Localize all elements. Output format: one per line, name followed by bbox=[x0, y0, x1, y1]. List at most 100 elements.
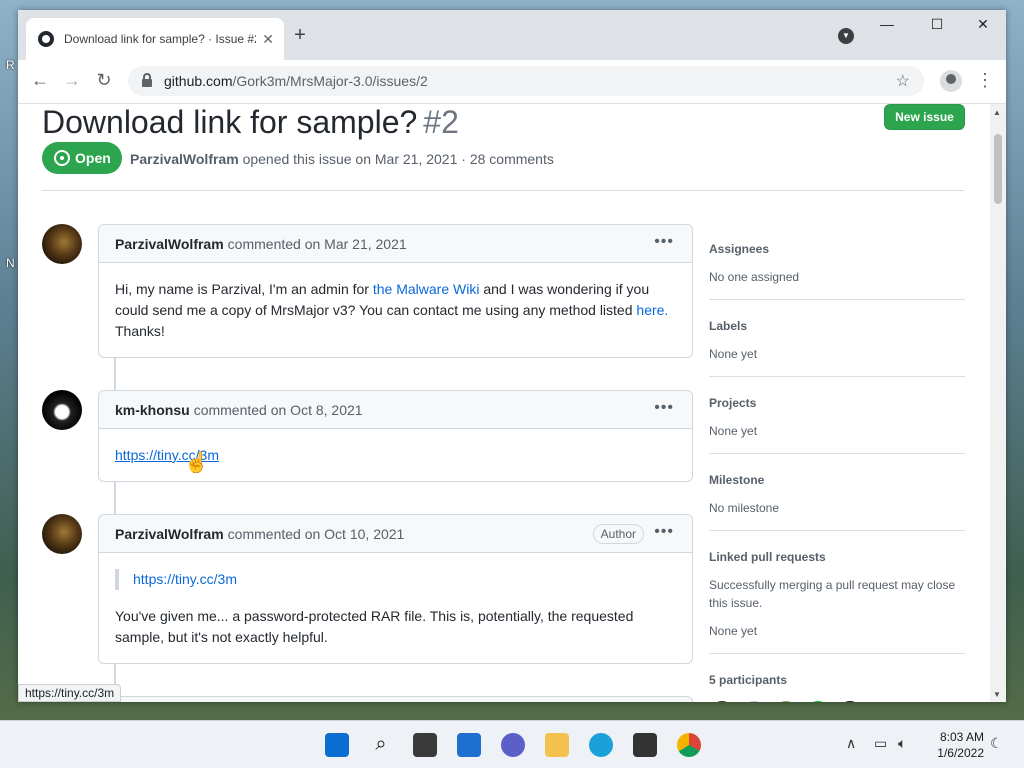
notification-icon[interactable]: ☾ bbox=[990, 735, 1003, 752]
search-icon[interactable]: ⌕ bbox=[369, 733, 393, 757]
minimize-icon[interactable]: — bbox=[864, 16, 910, 32]
timeline-line bbox=[114, 358, 116, 392]
participant-avatar[interactable] bbox=[741, 701, 767, 702]
issue-number: #2 bbox=[423, 104, 459, 140]
sidebar-value: None yet bbox=[709, 424, 758, 438]
chat-icon[interactable] bbox=[501, 733, 525, 757]
comment-author[interactable]: km-khonsu bbox=[115, 402, 190, 418]
quoted-link[interactable]: https://tiny.cc/3m bbox=[133, 571, 237, 587]
clock[interactable]: 8:03 AM 1/6/2022 bbox=[928, 729, 984, 761]
close-tab-icon[interactable]: ✕ bbox=[262, 31, 274, 48]
comment-author[interactable]: ParzivalWolfram bbox=[115, 526, 224, 542]
avatar[interactable] bbox=[42, 514, 82, 554]
comment-menu-icon[interactable]: ••• bbox=[654, 523, 674, 541]
opener-link[interactable]: ParzivalWolfram bbox=[130, 151, 239, 167]
divider bbox=[42, 190, 964, 191]
tab-issue[interactable]: Download link for sample? · Issue #2 · G… bbox=[26, 18, 284, 60]
comment-menu-icon[interactable]: ••• bbox=[654, 399, 674, 417]
status-label: Open bbox=[75, 150, 111, 166]
task-view-icon[interactable] bbox=[413, 733, 437, 757]
url-host: github.com bbox=[164, 73, 233, 89]
sidebar-value: None yet bbox=[709, 624, 758, 638]
back-icon[interactable]: ← bbox=[28, 70, 52, 91]
store-icon[interactable] bbox=[633, 733, 657, 757]
timeline-line bbox=[114, 482, 116, 516]
sidebar-milestone[interactable]: Milestone No milestone bbox=[709, 473, 965, 531]
scroll-thumb[interactable] bbox=[994, 134, 1002, 204]
participant-avatar[interactable] bbox=[773, 701, 799, 702]
tab-search-icon[interactable]: ▼ bbox=[838, 28, 854, 44]
sidebar-value: Successfully merging a pull request may … bbox=[709, 578, 956, 610]
comment-header: ParzivalWolfram commented on Mar 21, 202… bbox=[99, 225, 692, 263]
reload-icon[interactable]: ↻ bbox=[92, 70, 116, 91]
next-comment-card bbox=[98, 696, 693, 702]
edge-icon[interactable] bbox=[589, 733, 613, 757]
tab-title: Download link for sample? · Issue #2 · G… bbox=[64, 32, 256, 46]
bookmark-star-icon[interactable]: ☆ bbox=[896, 71, 910, 91]
widgets-icon[interactable] bbox=[457, 733, 481, 757]
network-icon[interactable]: ▭ bbox=[874, 735, 887, 752]
new-tab-button[interactable]: + bbox=[288, 24, 312, 47]
page-content: Download link for sample? #2 New issue Op… bbox=[18, 104, 990, 702]
vertical-scrollbar[interactable]: ▲ ▼ bbox=[990, 104, 1006, 702]
comment-body: https://tiny.cc/3m You've given me... a … bbox=[99, 553, 692, 664]
issue-meta-text: opened this issue on Mar 21, 2021 · 28 c… bbox=[242, 151, 554, 167]
desktop-icon-label: R bbox=[6, 58, 15, 72]
sidebar-heading: Assignees bbox=[709, 242, 770, 256]
sidebar-assignees[interactable]: Assignees No one assigned bbox=[709, 242, 965, 300]
clock-date: 1/6/2022 bbox=[937, 746, 984, 760]
chrome-icon[interactable] bbox=[677, 733, 701, 757]
close-window-icon[interactable]: ✕ bbox=[960, 16, 1006, 33]
status-badge: Open bbox=[42, 142, 122, 174]
new-issue-button[interactable]: New issue bbox=[884, 104, 965, 130]
comment-menu-icon[interactable]: ••• bbox=[654, 233, 674, 251]
comment-author[interactable]: ParzivalWolfram bbox=[115, 236, 224, 252]
quote-block: https://tiny.cc/3m bbox=[115, 569, 676, 590]
participant-list bbox=[709, 701, 965, 702]
malware-wiki-link[interactable]: the Malware Wiki bbox=[373, 281, 480, 297]
browser-window: Download link for sample? · Issue #2 · G… bbox=[18, 10, 1006, 702]
comment-header: km-khonsu commented on Oct 8, 2021 ••• bbox=[99, 391, 692, 429]
start-icon[interactable] bbox=[325, 733, 349, 757]
issue-open-icon bbox=[54, 150, 70, 166]
comment-card: ParzivalWolfram commented on Mar 21, 202… bbox=[98, 224, 693, 358]
profile-avatar-icon[interactable] bbox=[940, 70, 962, 92]
comment-date[interactable]: commented on Mar 21, 2021 bbox=[228, 236, 407, 252]
comment-date[interactable]: commented on Oct 8, 2021 bbox=[194, 402, 363, 418]
volume-icon[interactable]: 🔈︎ bbox=[898, 735, 906, 752]
forward-icon[interactable]: → bbox=[60, 70, 84, 91]
comment-text: Hi, my name is Parzival, I'm an admin fo… bbox=[115, 281, 373, 297]
file-explorer-icon[interactable] bbox=[545, 733, 569, 757]
participant-avatar[interactable] bbox=[805, 701, 831, 702]
sidebar-linked-prs[interactable]: Linked pull requests Successfully mergin… bbox=[709, 550, 965, 654]
participant-avatar[interactable] bbox=[709, 701, 735, 702]
address-bar[interactable]: github.com/Gork3m/MrsMajor-3.0/issues/2 … bbox=[128, 66, 924, 96]
comment-date[interactable]: commented on Oct 10, 2021 bbox=[228, 526, 405, 542]
scroll-up-icon[interactable]: ▲ bbox=[993, 108, 1001, 117]
sidebar-heading: Labels bbox=[709, 319, 748, 333]
github-icon bbox=[38, 31, 54, 47]
issue-meta: ParzivalWolfram opened this issue on Mar… bbox=[130, 151, 554, 167]
browser-menu-icon[interactable]: ⋮ bbox=[976, 70, 994, 91]
comment-body: Hi, my name is Parzival, I'm an admin fo… bbox=[99, 263, 692, 358]
sidebar-value: No one assigned bbox=[709, 270, 800, 284]
avatar[interactable] bbox=[42, 390, 82, 430]
hand-cursor-icon: ☝ bbox=[184, 452, 209, 474]
lock-icon[interactable] bbox=[142, 73, 152, 87]
sidebar-labels[interactable]: Labels None yet bbox=[709, 319, 965, 377]
issue-title: Download link for sample? #2 bbox=[42, 104, 459, 141]
url-path: /Gork3m/MrsMajor-3.0/issues/2 bbox=[232, 73, 428, 89]
link-status-bar: https://tiny.cc/3m bbox=[18, 684, 122, 702]
show-hidden-icons-icon[interactable]: ∧ bbox=[846, 735, 856, 752]
issue-title-text: Download link for sample? bbox=[42, 104, 418, 140]
participant-avatar[interactable] bbox=[837, 701, 863, 702]
scroll-down-icon[interactable]: ▼ bbox=[993, 690, 1001, 699]
sidebar-heading: Linked pull requests bbox=[709, 550, 826, 564]
avatar[interactable] bbox=[42, 224, 82, 264]
sidebar-participants: 5 participants bbox=[709, 673, 965, 702]
maximize-icon[interactable]: ☐ bbox=[914, 16, 960, 33]
sidebar-heading: 5 participants bbox=[709, 673, 788, 687]
here-link[interactable]: here. bbox=[636, 302, 668, 318]
sidebar-projects[interactable]: Projects None yet bbox=[709, 396, 965, 454]
comment-text: Thanks! bbox=[115, 323, 165, 339]
